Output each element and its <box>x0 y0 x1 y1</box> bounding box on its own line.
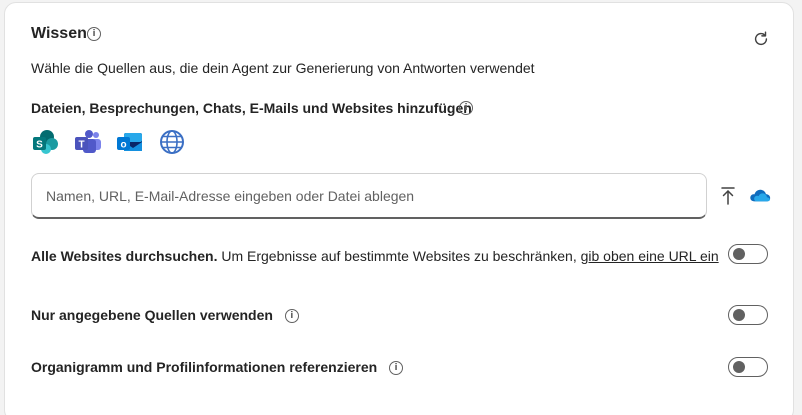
org-chart-label: Organigramm und Profilinformationen refe… <box>31 359 378 375</box>
info-icon[interactable]: i <box>459 101 473 115</box>
web-search-label: Alle Websites durchsuchen. <box>31 248 218 264</box>
teams-icon[interactable]: T <box>74 128 102 156</box>
source-search-input[interactable] <box>32 174 706 217</box>
toggle-knob <box>733 248 745 260</box>
refresh-icon[interactable] <box>752 30 770 48</box>
web-search-toggle[interactable] <box>728 244 768 264</box>
source-app-icons: S T o <box>32 128 186 156</box>
source-search-field <box>31 173 707 219</box>
only-sources-label: Nur angegebene Quellen verwenden <box>31 307 273 323</box>
org-chart-toggle[interactable] <box>728 357 768 377</box>
info-icon[interactable]: i <box>284 309 299 324</box>
onedrive-icon[interactable] <box>749 186 771 204</box>
globe-icon[interactable] <box>158 128 186 156</box>
org-chart-row: Organigramm und Profilinformationen refe… <box>31 359 404 376</box>
toggle-knob <box>733 309 745 321</box>
add-url-link[interactable]: gib oben eine URL ein <box>581 248 719 264</box>
sources-label: Dateien, Besprechungen, Chats, E-Mails u… <box>31 100 472 116</box>
subtitle: Wähle die Quellen aus, die dein Agent zu… <box>31 60 535 76</box>
outlook-icon[interactable]: o <box>116 128 144 156</box>
section-title: Wissen <box>31 25 87 42</box>
only-sources-toggle[interactable] <box>728 305 768 325</box>
svg-text:T: T <box>78 140 84 151</box>
web-search-row: Alle Websites durchsuchen. Um Ergebnisse… <box>31 248 719 264</box>
toggle-knob <box>733 361 745 373</box>
sharepoint-icon[interactable]: S <box>32 128 60 156</box>
info-icon[interactable]: i <box>87 27 101 41</box>
svg-text:o: o <box>120 140 126 151</box>
upload-icon[interactable] <box>720 186 736 206</box>
only-sources-row: Nur angegebene Quellen verwenden i <box>31 307 299 324</box>
web-search-description: Um Ergebnisse auf bestimmte Websites zu … <box>221 248 577 264</box>
info-icon[interactable]: i <box>389 361 404 376</box>
svg-text:S: S <box>36 140 43 151</box>
